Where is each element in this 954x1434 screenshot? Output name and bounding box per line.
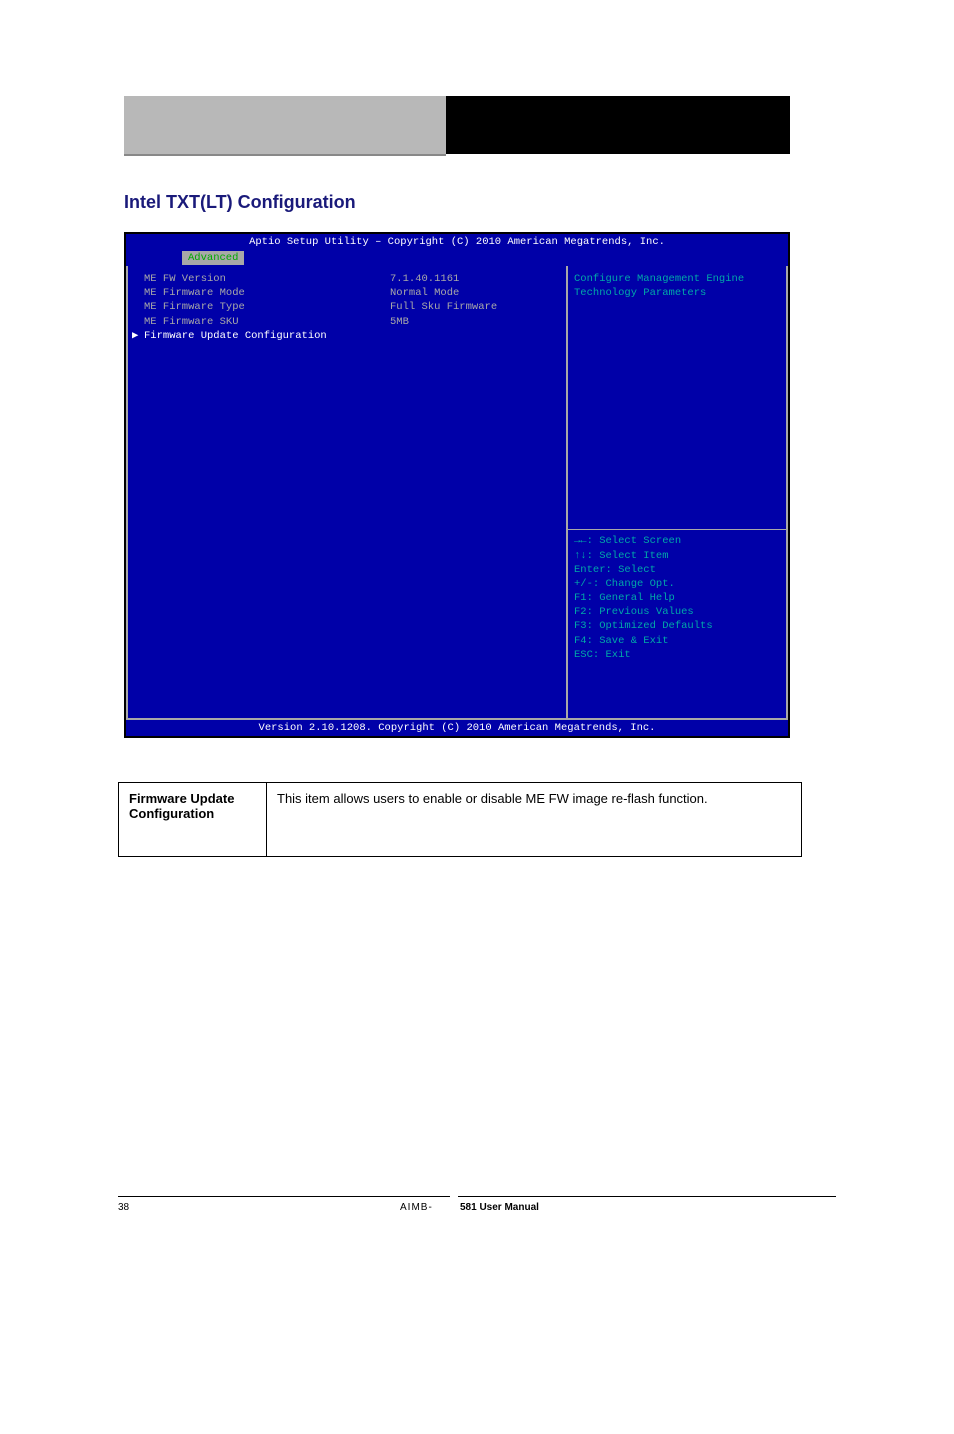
info-row: ME Firmware Type Full Sku Firmware xyxy=(132,300,556,314)
desc-text: This item allows users to enable or disa… xyxy=(267,783,802,857)
key-hint: →←: Select Screen xyxy=(574,534,780,548)
header-bar-right xyxy=(446,96,790,156)
bios-version-bar: Version 2.10.1208. Copyright (C) 2010 Am… xyxy=(126,720,788,736)
help-keys: →←: Select Screen ↑↓: Select Item Enter:… xyxy=(574,534,780,662)
info-value: 5MB xyxy=(390,315,409,329)
table-row: Firmware Update Configuration This item … xyxy=(119,783,802,857)
tab-advanced[interactable]: Advanced xyxy=(182,251,244,265)
key-hint: ESC: Exit xyxy=(574,648,780,662)
page-number: 38 xyxy=(118,1202,129,1213)
key-hint: +/-: Change Opt. xyxy=(574,577,780,591)
section-title: Intel TXT(LT) Configuration xyxy=(124,192,356,213)
bios-tab-row: Advanced xyxy=(126,250,788,266)
header-bar xyxy=(124,96,790,156)
key-hint: F1: General Help xyxy=(574,591,780,605)
info-value: Normal Mode xyxy=(390,286,459,300)
submenu-firmware-update[interactable]: ▶Firmware Update Configuration xyxy=(132,329,556,343)
key-hint: F2: Previous Values xyxy=(574,605,780,619)
info-row: ME FW Version 7.1.40.1161 xyxy=(132,272,556,286)
help-description: Configure Management Engine Technology P… xyxy=(574,272,780,525)
footer-rule-left xyxy=(118,1196,450,1197)
info-value: 7.1.40.1161 xyxy=(390,272,459,286)
info-row: ME Firmware Mode Normal Mode xyxy=(132,286,556,300)
footer-model-left: AIMB- xyxy=(400,1202,433,1213)
help-line: Configure Management Engine xyxy=(574,272,780,286)
info-label: ME Firmware Type xyxy=(144,300,390,314)
header-bar-left xyxy=(124,96,446,156)
key-hint: F3: Optimized Defaults xyxy=(574,619,780,633)
bios-title-bar: Aptio Setup Utility – Copyright (C) 2010… xyxy=(126,234,788,250)
info-value: Full Sku Firmware xyxy=(390,300,497,314)
bios-window: Aptio Setup Utility – Copyright (C) 2010… xyxy=(124,232,790,738)
description-table: Firmware Update Configuration This item … xyxy=(118,782,802,857)
footer-rule-right xyxy=(458,1196,836,1197)
info-label: ME Firmware SKU xyxy=(144,315,390,329)
help-line: Technology Parameters xyxy=(574,286,780,300)
key-hint: Enter: Select xyxy=(574,563,780,577)
info-label: ME FW Version xyxy=(144,272,390,286)
bios-body: ME FW Version 7.1.40.1161 ME Firmware Mo… xyxy=(126,266,788,720)
help-divider xyxy=(568,529,786,530)
desc-name: Firmware Update Configuration xyxy=(119,783,267,857)
key-hint: F4: Save & Exit xyxy=(574,634,780,648)
info-label: ME Firmware Mode xyxy=(144,286,390,300)
bios-help-panel: Configure Management Engine Technology P… xyxy=(568,266,786,718)
footer-model-right: 581 User Manual xyxy=(460,1202,539,1213)
spacer xyxy=(574,662,780,712)
bios-main-panel: ME FW Version 7.1.40.1161 ME Firmware Mo… xyxy=(128,266,568,718)
chevron-right-icon: ▶ xyxy=(132,329,144,343)
info-row: ME Firmware SKU 5MB xyxy=(132,315,556,329)
key-hint: ↑↓: Select Item xyxy=(574,549,780,563)
submenu-label: Firmware Update Configuration xyxy=(144,330,327,342)
